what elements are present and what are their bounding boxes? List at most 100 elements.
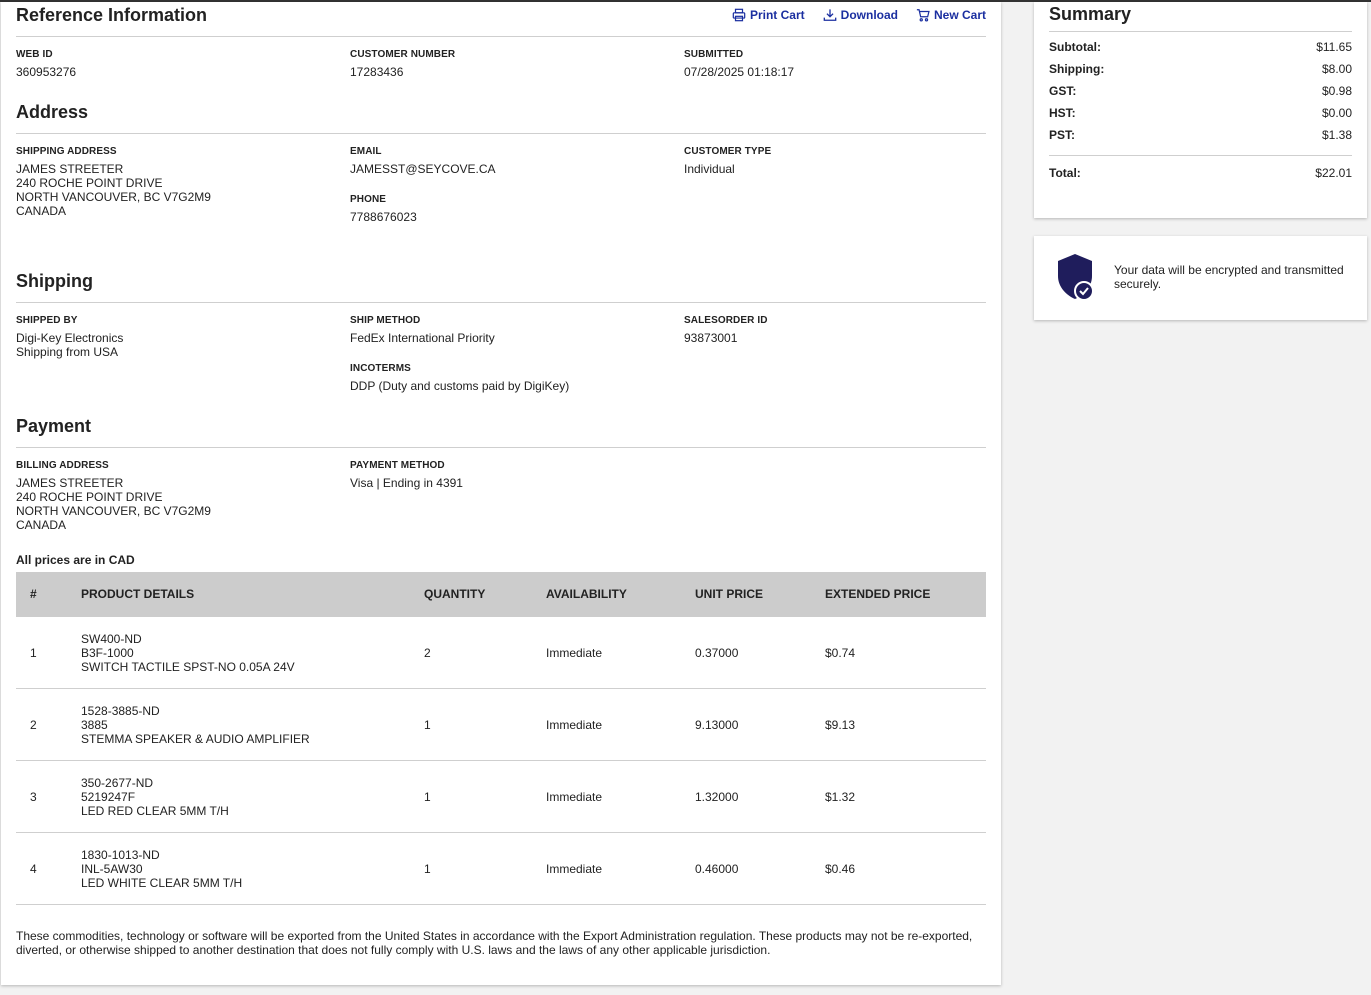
customer-type-label: CUSTOMER TYPE bbox=[684, 146, 772, 157]
billing-address: JAMES STREETER 240 ROCHE POINT DRIVE NOR… bbox=[16, 476, 211, 532]
col-header-unit-price: UNIT PRICE bbox=[695, 587, 764, 601]
product-details: 350-2677-ND 5219247F LED RED CLEAR 5MM T… bbox=[81, 776, 229, 818]
product-description: LED RED CLEAR 5MM T/H bbox=[81, 804, 229, 818]
product-details: 1528-3885-ND 3885 STEMMA SPEAKER & AUDIO… bbox=[81, 704, 310, 746]
new-cart-button[interactable]: New Cart bbox=[916, 8, 986, 22]
part-number: 1830-1013-ND bbox=[81, 848, 160, 862]
submitted-label: SUBMITTED bbox=[684, 49, 744, 60]
product-details: SW400-ND B3F-1000 SWITCH TACTILE SPST-NO… bbox=[81, 632, 295, 674]
table-row: 1 SW400-ND B3F-1000 SWITCH TACTILE SPST-… bbox=[16, 617, 986, 689]
shipping-value: $8.00 bbox=[1321, 62, 1352, 76]
unit-price: 0.37000 bbox=[695, 646, 739, 660]
hst-row: HST: $0.00 bbox=[1049, 106, 1352, 120]
pst-label: PST: bbox=[1049, 128, 1076, 142]
web-id-label: WEB ID bbox=[16, 49, 53, 60]
extended-price: $0.74 bbox=[825, 646, 856, 660]
address-line: NORTH VANCOUVER, BC V7G2M9 bbox=[16, 190, 211, 204]
product-details: 1830-1013-ND INL-5AW30 LED WHITE CLEAR 5… bbox=[81, 848, 242, 890]
shipping-label: Shipping: bbox=[1049, 62, 1105, 76]
export-disclaimer: These commodities, technology or softwar… bbox=[16, 929, 973, 957]
availability: Immediate bbox=[546, 862, 603, 876]
shipping-divider bbox=[16, 302, 986, 303]
product-description: LED WHITE CLEAR 5MM T/H bbox=[81, 876, 243, 890]
phone-label: PHONE bbox=[350, 194, 387, 205]
submitted-value: 07/28/2025 01:18:17 bbox=[684, 65, 795, 79]
payment-title: Payment bbox=[16, 416, 92, 436]
shipping-title: Shipping bbox=[16, 271, 93, 291]
part-number: 1528-3885-ND bbox=[81, 704, 160, 718]
incoterms-value: DDP (Duty and customs paid by DigiKey) bbox=[350, 379, 570, 393]
reference-divider bbox=[16, 36, 986, 37]
col-header-availability: AVAILABILITY bbox=[546, 587, 627, 601]
customer-number-label: CUSTOMER NUMBER bbox=[350, 49, 456, 60]
table-row: 2 1528-3885-ND 3885 STEMMA SPEAKER & AUD… bbox=[16, 689, 986, 761]
manufacturer-part: 3885 bbox=[81, 718, 108, 732]
col-header-extended-price: EXTENDED PRICE bbox=[825, 587, 931, 601]
download-button[interactable]: Download bbox=[823, 8, 898, 22]
quantity: 1 bbox=[424, 790, 431, 804]
summary-title: Summary bbox=[1049, 4, 1132, 24]
subtotal-label: Subtotal: bbox=[1049, 40, 1101, 54]
extended-price: $0.46 bbox=[825, 862, 856, 876]
manufacturer-part: 5219247F bbox=[81, 790, 136, 804]
product-description: STEMMA SPEAKER & AUDIO AMPLIFIER bbox=[81, 732, 310, 746]
summary-divider bbox=[1049, 31, 1352, 32]
row-number: 2 bbox=[30, 718, 37, 732]
cart-icon bbox=[916, 9, 930, 22]
gst-row: GST: $0.98 bbox=[1049, 84, 1352, 98]
hst-value: $0.00 bbox=[1321, 106, 1352, 120]
customer-type-value: Individual bbox=[684, 162, 735, 176]
hst-label: HST: bbox=[1049, 106, 1076, 120]
quantity: 1 bbox=[424, 862, 431, 876]
shield-check-icon bbox=[1058, 254, 1094, 301]
secure-message: Your data will be encrypted and transmit… bbox=[1114, 263, 1344, 291]
availability: Immediate bbox=[546, 790, 603, 804]
address-title: Address bbox=[16, 102, 89, 122]
print-cart-label: Print Cart bbox=[749, 8, 805, 22]
part-number: SW400-ND bbox=[81, 632, 142, 646]
salesorder-value: 93873001 bbox=[684, 331, 738, 345]
table-row: 3 350-2677-ND 5219247F LED RED CLEAR 5MM… bbox=[16, 761, 986, 833]
shipped-by-value: Digi-Key Electronics Shipping from USA bbox=[16, 331, 123, 359]
col-header-quantity: QUANTITY bbox=[424, 587, 486, 601]
subtotal-value: $11.65 bbox=[1316, 40, 1352, 54]
extended-price: $1.32 bbox=[825, 790, 856, 804]
phone-value: 7788676023 bbox=[350, 210, 417, 224]
total-row: Total: $22.01 bbox=[1049, 166, 1352, 180]
gst-value: $0.98 bbox=[1321, 84, 1352, 98]
email-label: EMAIL bbox=[350, 146, 382, 157]
gst-label: GST: bbox=[1049, 84, 1077, 98]
cart-actions: Print Cart Download New Cart bbox=[732, 8, 986, 22]
incoterms-label: INCOTERMS bbox=[350, 363, 411, 374]
shipped-by-label: SHIPPED BY bbox=[16, 315, 78, 326]
pst-row: PST: $1.38 bbox=[1049, 128, 1352, 142]
ship-method-value: FedEx International Priority bbox=[350, 331, 495, 345]
quantity: 1 bbox=[424, 718, 431, 732]
unit-price: 9.13000 bbox=[695, 718, 739, 732]
address-line: 240 ROCHE POINT DRIVE bbox=[16, 490, 163, 504]
subtotal-row: Subtotal: $11.65 bbox=[1049, 40, 1352, 54]
address-line: CANADA bbox=[16, 204, 67, 218]
col-header-product-details: PRODUCT DETAILS bbox=[81, 587, 195, 601]
availability: Immediate bbox=[546, 718, 603, 732]
unit-price: 1.32000 bbox=[695, 790, 739, 804]
order-items-table: # PRODUCT DETAILS QUANTITY AVAILABILITY … bbox=[16, 572, 986, 905]
ship-method-label: SHIP METHOD bbox=[350, 315, 421, 326]
address-line: JAMES STREETER bbox=[16, 476, 124, 490]
address-line: JAMES STREETER bbox=[16, 162, 124, 176]
manufacturer-part: INL-5AW30 bbox=[81, 862, 143, 876]
printer-icon bbox=[732, 8, 746, 22]
address-line: NORTH VANCOUVER, BC V7G2M9 bbox=[16, 504, 211, 518]
quantity: 2 bbox=[424, 646, 431, 660]
table-row: 4 1830-1013-ND INL-5AW30 LED WHITE CLEAR… bbox=[16, 833, 986, 905]
address-line: 240 ROCHE POINT DRIVE bbox=[16, 176, 163, 190]
manufacturer-part: B3F-1000 bbox=[81, 646, 134, 660]
shipped-by-line: Shipping from USA bbox=[16, 345, 119, 359]
row-number: 1 bbox=[30, 646, 37, 660]
web-id-value: 360953276 bbox=[16, 65, 77, 79]
payment-method-label: PAYMENT METHOD bbox=[350, 460, 445, 471]
row-number: 3 bbox=[30, 790, 37, 804]
print-cart-button[interactable]: Print Cart bbox=[732, 8, 805, 22]
total-value: $22.01 bbox=[1315, 166, 1352, 180]
summary-card: Summary Subtotal: $11.65 Shipping: $8.00… bbox=[1034, 2, 1367, 218]
